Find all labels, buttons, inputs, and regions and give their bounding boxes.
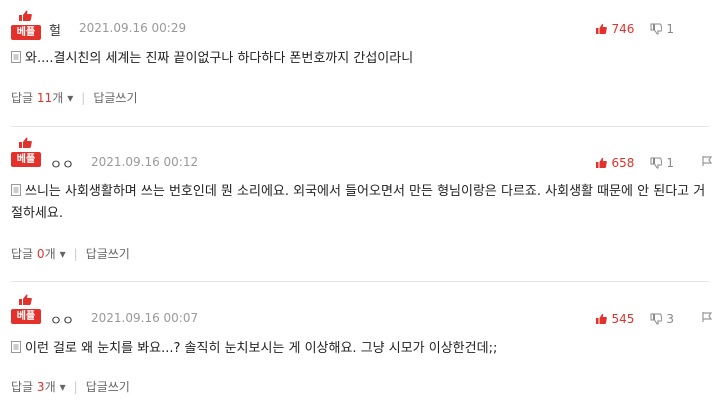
best-label: 베플 — [11, 152, 41, 167]
divider — [11, 126, 709, 127]
upvote-count: 658 — [611, 156, 635, 170]
comment-item: 베플 헐 2021.09.16 00:29 746 1 와....결시친의 세계… — [0, 0, 720, 125]
upvote-button[interactable]: 746 — [595, 22, 634, 36]
comment-actions: 답글 3개 ▾ | 답글쓰기 — [11, 378, 130, 395]
best-comment-badge: 베플 — [11, 133, 41, 167]
comment-date: 2021.09.16 00:12 — [91, 155, 199, 169]
report-icon[interactable] — [701, 311, 713, 323]
caret-down-icon[interactable]: ▾ — [67, 91, 73, 105]
document-icon — [11, 51, 21, 63]
comment-actions: 답글 0개 ▾ | 답글쓰기 — [11, 245, 130, 262]
best-comment-badge: 베플 — [11, 290, 41, 324]
downvote-count: 1 — [666, 22, 674, 36]
comment-author[interactable]: ㅇㅇ — [50, 154, 74, 173]
separator: | — [81, 90, 86, 105]
thumbs-up-icon — [596, 157, 608, 168]
thumbs-down-icon — [650, 23, 663, 35]
thumbs-up-icon — [19, 294, 32, 305]
upvote-button[interactable]: 658 — [595, 156, 634, 170]
comment-author[interactable]: ㅇㅇ — [50, 310, 74, 329]
caret-down-icon[interactable]: ▾ — [60, 380, 66, 394]
reply-toggle[interactable]: 답글 0개 — [11, 245, 56, 262]
separator: | — [73, 246, 78, 261]
write-reply-link[interactable]: 답글쓰기 — [93, 89, 137, 106]
comment-author[interactable]: 헐 — [49, 20, 61, 39]
vote-group: 746 1 — [595, 21, 690, 37]
vote-group: 658 1 — [595, 155, 690, 171]
reply-toggle[interactable]: 답글 11개 — [11, 89, 63, 106]
caret-down-icon[interactable]: ▾ — [60, 247, 66, 261]
thumbs-up-icon — [596, 23, 608, 34]
separator: | — [73, 379, 78, 394]
downvote-button[interactable]: 1 — [650, 156, 674, 170]
document-icon — [11, 341, 21, 353]
downvote-count: 1 — [666, 156, 674, 170]
upvote-count: 746 — [611, 22, 635, 36]
downvote-button[interactable]: 3 — [650, 312, 674, 326]
thumbs-down-icon — [650, 157, 663, 169]
reply-toggle[interactable]: 답글 3개 — [11, 378, 56, 395]
comment-date: 2021.09.16 00:07 — [91, 311, 199, 325]
comment-item: 베플 ㅇㅇ 2021.09.16 00:12 658 1 쓰니는 사회생활하며 … — [0, 128, 720, 261]
write-reply-link[interactable]: 답글쓰기 — [86, 245, 130, 262]
downvote-button[interactable]: 1 — [650, 22, 674, 36]
report-icon[interactable] — [701, 155, 713, 167]
downvote-count: 3 — [666, 312, 674, 326]
write-reply-link[interactable]: 답글쓰기 — [86, 378, 130, 395]
best-label: 베플 — [11, 309, 41, 324]
comment-date: 2021.09.16 00:29 — [79, 21, 187, 35]
thumbs-up-icon — [596, 313, 608, 324]
best-label: 베플 — [11, 25, 41, 40]
best-comment-badge: 베플 — [11, 6, 41, 40]
upvote-button[interactable]: 545 — [595, 312, 634, 326]
upvote-count: 545 — [611, 312, 635, 326]
comment-text: 쓰니는 사회생활하며 쓰는 번호인데 뭔 소리에요. 외국에서 들어오면서 만든… — [11, 184, 706, 221]
comment-text: 와....결시친의 세계는 진짜 끝이없구나 하다하다 폰번호까지 간섭이라니 — [11, 48, 711, 70]
thumbs-down-icon — [650, 313, 663, 325]
comment-text: 이런 걸로 왜 눈치를 봐요...? 솔직히 눈치보시는 게 이상해요. 그냥 … — [11, 338, 711, 360]
thumbs-up-icon — [19, 137, 32, 148]
thumbs-up-icon — [19, 10, 32, 21]
comment-actions: 답글 11개 ▾ | 답글쓰기 — [11, 89, 138, 106]
document-icon — [11, 184, 21, 196]
comment-item: 베플 ㅇㅇ 2021.09.16 00:07 545 3 이런 걸로 왜 눈치를… — [0, 282, 720, 407]
vote-group: 545 3 — [595, 311, 690, 327]
